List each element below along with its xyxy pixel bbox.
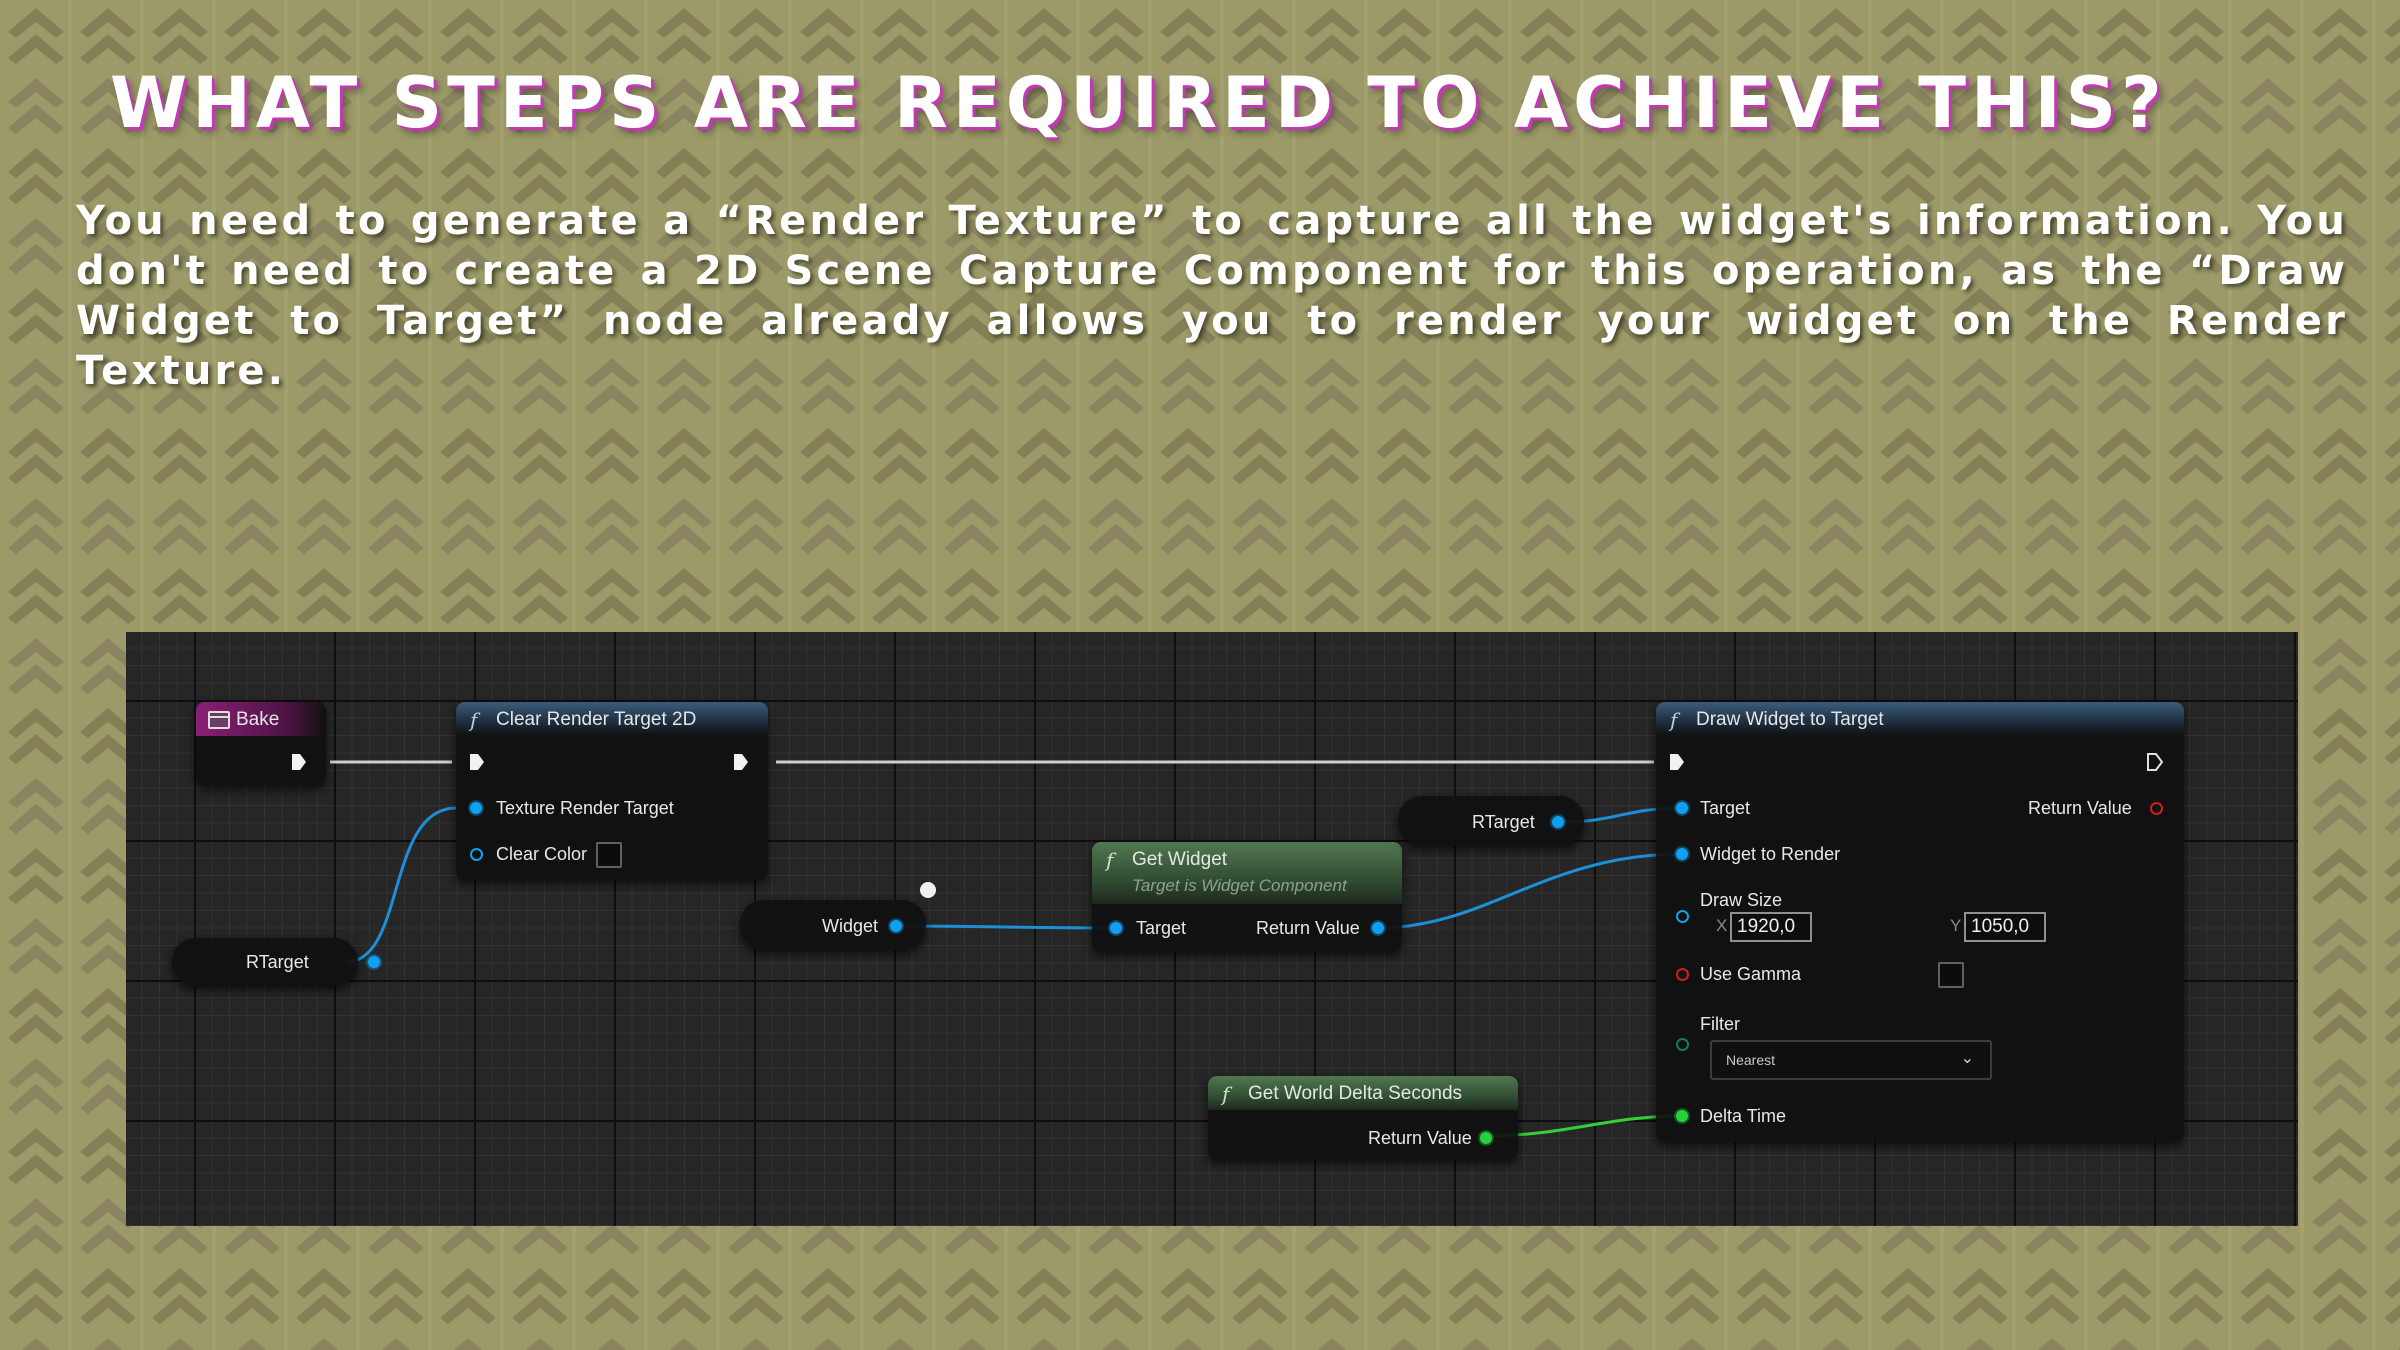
widget-to-render-label: Widget to Render — [1700, 844, 1841, 864]
draw-target-pin[interactable] — [1676, 802, 1688, 814]
filter-pin[interactable] — [1676, 1038, 1689, 1051]
get-widget-return-pin[interactable] — [1372, 922, 1384, 934]
widget-variable-node[interactable]: Widget — [740, 900, 926, 950]
draw-size-x-field[interactable]: 1920,0 — [1730, 912, 1812, 942]
rtarget-variable-node-right[interactable]: RTarget — [1398, 796, 1584, 846]
get-delta-return-pin[interactable] — [1480, 1132, 1492, 1144]
get-delta-title: Get World Delta Seconds — [1248, 1083, 1463, 1104]
clear-color-label: Clear Color — [496, 844, 588, 864]
reroute-knot[interactable] — [920, 882, 936, 898]
clear-color-swatch[interactable] — [596, 842, 622, 868]
rtarget-left-out-pin[interactable] — [368, 956, 380, 968]
draw-size-y-field[interactable]: 1050,0 — [1964, 912, 2046, 942]
use-gamma-label: Use Gamma — [1700, 964, 1802, 984]
get-widget-header: f Get Widget Target is Widget Component — [1092, 842, 1402, 904]
bake-node-header: Bake — [196, 702, 326, 736]
bake-event-node[interactable]: Bake — [196, 702, 326, 786]
draw-size-pin[interactable] — [1676, 910, 1689, 923]
get-widget-return-label: Return Value — [1256, 918, 1360, 938]
draw-widget-title: Draw Widget to Target — [1696, 709, 1884, 730]
exec-out-pin-icon[interactable] — [290, 752, 308, 772]
chevron-down-icon: ⌄ — [1960, 1050, 1974, 1067]
draw-target-label: Target — [1700, 798, 1751, 818]
get-widget-subtitle: Target is Widget Component — [1132, 876, 1347, 895]
exec-in-pin-icon[interactable] — [1668, 752, 1686, 772]
clear-render-target-node[interactable]: f Clear Render Target 2D Texture Render … — [456, 702, 768, 880]
clear-color-pin[interactable] — [470, 848, 483, 861]
exec-out-pin-icon[interactable] — [2146, 752, 2164, 772]
draw-return-label: Return Value — [2028, 798, 2132, 818]
rtarget-variable-node-left[interactable]: RTarget — [172, 938, 380, 986]
draw-widget-to-target-node[interactable]: f Draw Widget to Target Target Return Va… — [1656, 702, 2184, 1142]
filter-dropdown-value: Nearest — [1726, 1052, 1776, 1068]
get-world-delta-seconds-node[interactable]: f Get World Delta Seconds Return Value — [1208, 1076, 1518, 1160]
slide-title: WHAT STEPS ARE REQUIRED TO ACHIEVE THIS? — [110, 62, 2167, 144]
rtarget-right-label: RTarget — [1472, 812, 1535, 832]
function-icon: f — [1670, 708, 1678, 732]
filter-label: Filter — [1700, 1014, 1740, 1034]
draw-widget-header: f Draw Widget to Target — [1656, 702, 2184, 736]
delta-time-pin[interactable] — [1676, 1110, 1688, 1122]
texture-render-target-pin[interactable] — [470, 802, 482, 814]
texture-render-target-label: Texture Render Target — [496, 798, 674, 818]
function-icon: f — [470, 708, 478, 732]
get-widget-node[interactable]: f Get Widget Target is Widget Component … — [1092, 842, 1402, 952]
filter-dropdown[interactable]: Nearest ⌄ — [1710, 1040, 1992, 1080]
function-icon: f — [1222, 1082, 1230, 1106]
draw-return-pin[interactable] — [2150, 802, 2163, 815]
blueprint-graph-editor[interactable]: Bake f Clear Render Target 2D Texture Re… — [126, 632, 2298, 1226]
widget-to-render-pin[interactable] — [1676, 848, 1688, 860]
clear-render-target-title: Clear Render Target 2D — [496, 709, 697, 730]
delta-time-label: Delta Time — [1700, 1106, 1787, 1126]
use-gamma-checkbox[interactable] — [1938, 962, 1964, 988]
slide-body-text: You need to generate a “Render Texture” … — [76, 198, 2348, 394]
widget-variable-label: Widget — [822, 916, 879, 936]
use-gamma-pin[interactable] — [1676, 968, 1689, 981]
exec-in-pin-icon[interactable] — [468, 752, 486, 772]
get-delta-return-label: Return Value — [1368, 1128, 1472, 1148]
rtarget-left-label: RTarget — [246, 952, 309, 972]
clear-render-target-header: f Clear Render Target 2D — [456, 702, 768, 736]
draw-size-label: Draw Size — [1700, 890, 1783, 910]
exec-out-pin-icon[interactable] — [732, 752, 750, 772]
widget-out-pin[interactable] — [890, 920, 902, 932]
get-widget-target-pin[interactable] — [1110, 922, 1122, 934]
draw-size-y-label: Y — [1950, 916, 1962, 935]
get-widget-target-label: Target — [1136, 918, 1187, 938]
event-icon — [208, 711, 230, 729]
get-widget-title: Get Widget — [1132, 849, 1228, 870]
function-icon: f — [1106, 848, 1114, 872]
draw-size-x-label: X — [1716, 916, 1728, 935]
bake-node-title: Bake — [236, 709, 280, 730]
rtarget-right-out-pin[interactable] — [1552, 816, 1564, 828]
get-delta-header: f Get World Delta Seconds — [1208, 1076, 1518, 1110]
